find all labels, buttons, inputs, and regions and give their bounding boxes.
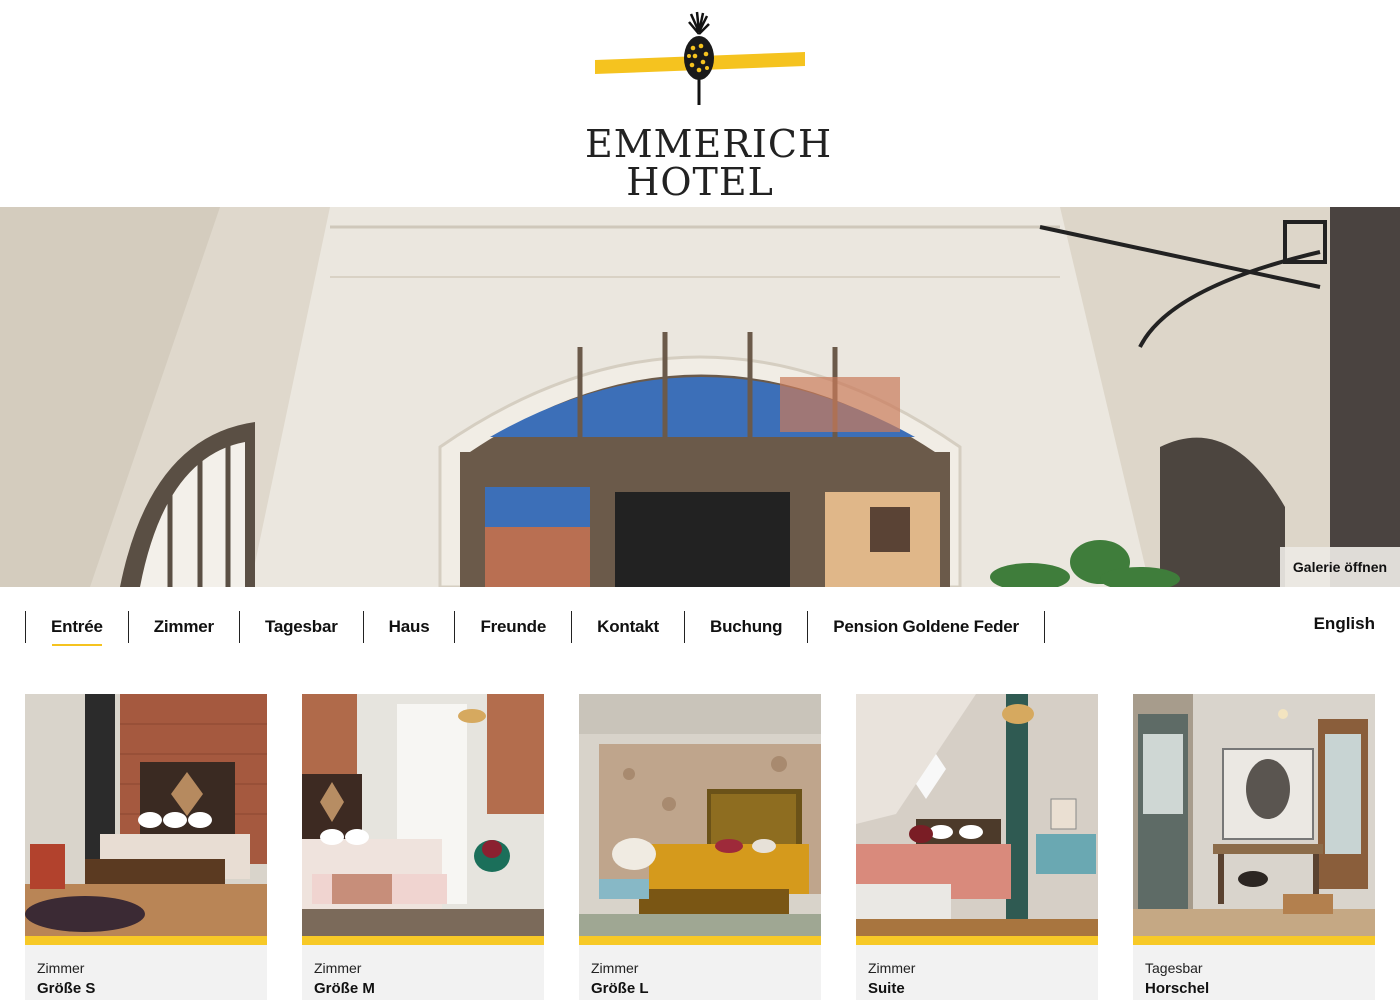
card-tagesbar-horschel[interactable]: Tagesbar Horschel [1133,694,1375,1000]
tagesbar-photo [1133,694,1375,936]
card-title: Horschel [1145,980,1210,997]
suite-photo [856,694,1098,936]
nav-item-haus[interactable]: Haus [362,611,455,643]
card-category: Zimmer [591,960,639,976]
card-title: Suite [868,980,905,997]
site-header: EMMERICH HOTEL [0,0,1400,207]
open-gallery-button[interactable]: Galerie öffnen [1280,547,1400,587]
room-s-photo [25,694,267,936]
card-accent-stripe [25,936,267,945]
card-category: Zimmer [314,960,362,976]
card-category: Zimmer [37,960,85,976]
nav-item-entree[interactable]: Entrée [25,611,128,646]
card-zimmer-suite[interactable]: Zimmer Suite [856,694,1098,1000]
card-category: Zimmer [868,960,916,976]
card-title: Größe M [314,980,375,997]
card-accent-stripe [302,936,544,945]
nav-item-buchung[interactable]: Buchung [684,611,807,643]
card-accent-stripe [579,936,821,945]
card-zimmer-m[interactable]: Zimmer Größe M [302,694,544,1000]
main-navigation: Entrée Zimmer Tagesbar Haus Freunde Kont… [25,610,1045,646]
card-zimmer-l[interactable]: Zimmer Größe L [579,694,821,1000]
card-category: Tagesbar [1145,960,1203,976]
hero-image: Galerie öffnen [0,207,1400,587]
hotel-facade-illustration [0,207,1400,587]
room-m-photo [302,694,544,936]
teaser-cards: Zimmer Größe S Zimmer Größe M Zimmer Grö… [25,694,1375,1000]
nav-item-kontakt[interactable]: Kontakt [571,611,684,643]
card-accent-stripe [1133,936,1375,945]
language-switch-link[interactable]: English [1314,614,1375,634]
nav-item-zimmer[interactable]: Zimmer [127,611,239,643]
logo-text-line2: HOTEL [626,160,774,204]
room-l-photo [579,694,821,936]
nav-item-freunde[interactable]: Freunde [454,611,571,643]
nav-item-pension-goldene-feder[interactable]: Pension Goldene Feder [807,611,1045,643]
card-zimmer-s[interactable]: Zimmer Größe S [25,694,267,1000]
pineapple-logo-icon [595,11,805,105]
card-title: Größe S [37,980,96,997]
nav-item-tagesbar[interactable]: Tagesbar [238,611,363,643]
card-accent-stripe [856,936,1098,945]
hotel-logo[interactable]: EMMERICH HOTEL [585,10,831,204]
card-title: Größe L [591,980,649,997]
